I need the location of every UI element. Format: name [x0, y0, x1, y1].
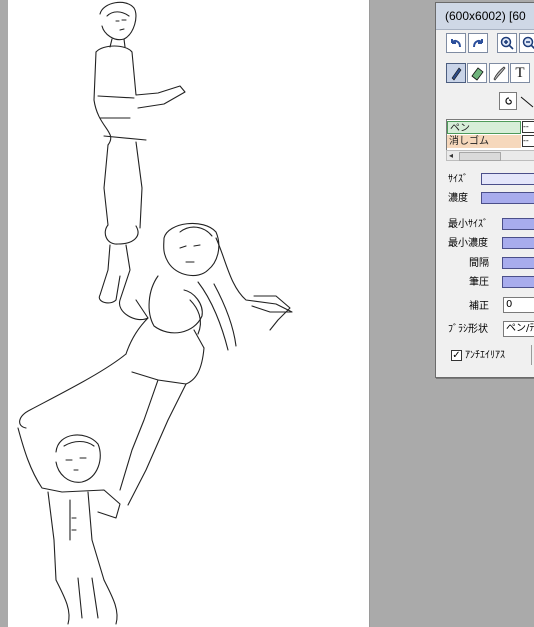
- line-mode-icon[interactable]: [519, 93, 534, 109]
- text-tool-button[interactable]: T: [510, 63, 530, 83]
- pressure-label: 筆圧: [469, 277, 489, 288]
- interval-label: 間隔: [469, 258, 489, 269]
- zoom-in-icon: [500, 36, 514, 50]
- brush-icon: [493, 66, 506, 81]
- min-size-label: 最小ｻｲｽﾞ: [448, 219, 488, 230]
- tool-list[interactable]: ペン -- 消しゴム --: [446, 119, 534, 151]
- tool-item-eraser-extra[interactable]: --: [522, 135, 534, 147]
- correction-input[interactable]: 0: [503, 297, 534, 313]
- text-tool-label: T: [515, 65, 525, 81]
- eraser-icon: [471, 67, 484, 81]
- panel-title[interactable]: (600x6002) [60: [436, 3, 534, 30]
- scroll-left-arrow-icon[interactable]: ◂: [449, 151, 453, 161]
- tool-item-eraser[interactable]: 消しゴム: [447, 135, 521, 148]
- line-art-drawing: [17, 1, 293, 625]
- tool-list-scrollbar[interactable]: ◂: [446, 150, 534, 161]
- density-slider[interactable]: [481, 192, 534, 204]
- scrollbar-thumb[interactable]: [459, 152, 501, 161]
- panel-divider: [531, 345, 532, 365]
- min-density-label: 最小濃度: [448, 238, 488, 249]
- eraser-tool-button[interactable]: [467, 63, 487, 83]
- size-slider[interactable]: [481, 173, 534, 185]
- tool-item-pen[interactable]: ペン: [447, 121, 521, 134]
- tool-item-pen-extra[interactable]: --: [522, 121, 534, 133]
- density-label: 濃度: [448, 193, 468, 204]
- antialias-label: ｱﾝﾁｴｲﾘｱｽ: [465, 350, 505, 361]
- zoom-out-icon: [522, 36, 534, 50]
- min-density-slider[interactable]: [502, 237, 534, 249]
- pressure-slider[interactable]: [502, 276, 534, 288]
- pen-icon: [451, 67, 462, 81]
- interval-slider[interactable]: [502, 257, 534, 269]
- correction-label: 補正: [469, 301, 489, 312]
- brush-tool-button[interactable]: [489, 63, 509, 83]
- zoom-in-button[interactable]: [497, 33, 517, 53]
- size-label: ｻｲｽﾞ: [448, 174, 468, 185]
- redo-icon: [473, 39, 483, 48]
- undo-button[interactable]: [446, 33, 466, 53]
- pen-tool-button[interactable]: [446, 63, 466, 83]
- drawing-canvas[interactable]: [8, 0, 370, 627]
- antialias-checkbox[interactable]: ✓: [451, 350, 462, 361]
- zoom-out-button[interactable]: [519, 33, 534, 53]
- swirl-icon: [505, 97, 512, 105]
- brush-shape-label: ﾌﾞﾗｼ形状: [448, 324, 488, 335]
- undo-icon: [451, 39, 461, 48]
- redo-button[interactable]: [468, 33, 488, 53]
- brush-mode-button[interactable]: [499, 92, 517, 110]
- brush-shape-select[interactable]: ペン/ﾃ: [503, 321, 534, 337]
- min-size-slider[interactable]: [502, 218, 534, 230]
